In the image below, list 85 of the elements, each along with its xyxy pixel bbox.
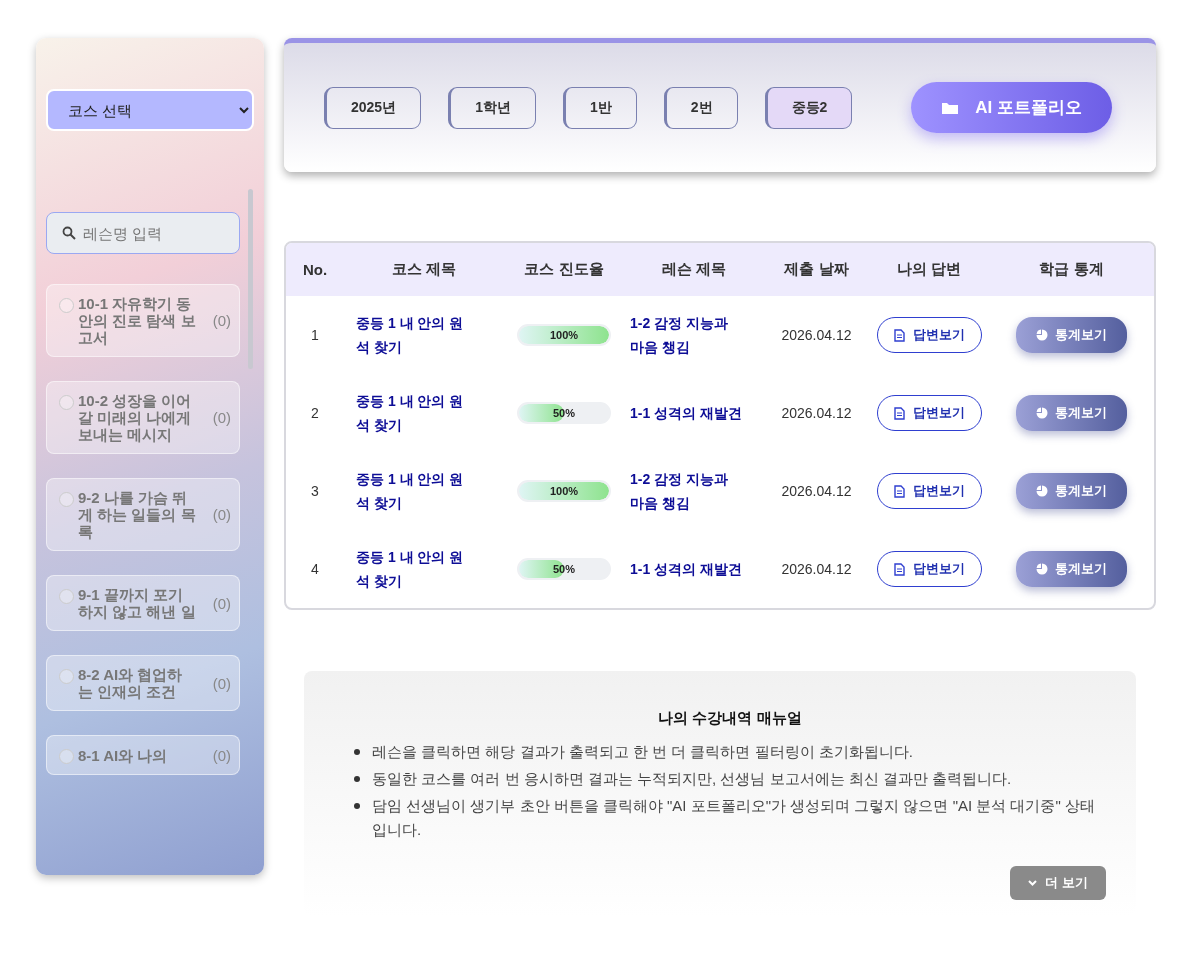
stats-button[interactable]: 통계보기 <box>1016 317 1127 353</box>
document-icon <box>893 562 905 576</box>
submit-date: 2026.04.12 <box>780 327 853 343</box>
lesson-title: 8-1 AI와 나의 <box>78 746 169 764</box>
info-tag: 2번 <box>663 86 738 129</box>
submit-date: 2026.04.12 <box>780 561 853 577</box>
submit-date: 2026.04.12 <box>780 483 853 499</box>
chevron-down-icon <box>1028 880 1038 886</box>
column-header: 레슨 제목 <box>660 260 728 279</box>
pie-chart-icon <box>1036 563 1048 575</box>
course-title: 중등 1 내 안의 원석 찾기 <box>355 470 465 513</box>
info-tag: 1학년 <box>448 86 536 129</box>
column-header: 나의 답변 <box>895 260 963 279</box>
lesson-title[interactable]: 1-2 감정 지능과 마음 챙김 <box>624 311 764 359</box>
radio-button[interactable] <box>59 749 74 764</box>
lesson-title[interactable]: 1-1 성격의 재발견 <box>624 401 764 425</box>
column-header: 제출 날짜 <box>783 260 850 279</box>
stats-button[interactable]: 통계보기 <box>1016 473 1127 509</box>
column-header: 코스 진도율 <box>523 260 605 279</box>
lesson-title: 9-2 나를 가슴 뛰게 하는 일들의 목록 <box>78 489 196 540</box>
manual-text: 레슨을 클릭하면 해당 결과가 출력되고 한 번 더 클릭하면 필터링이 초기화됩니다. <box>372 742 913 762</box>
course-title: 중등 1 내 안의 원석 찾기 <box>355 314 465 357</box>
lesson-item[interactable]: 9-2 나를 가슴 뛰게 하는 일들의 목록 (0) <box>46 478 240 551</box>
lesson-count: (0) <box>212 594 231 612</box>
answer-button[interactable]: 답변보기 <box>876 395 982 431</box>
stats-button[interactable]: 통계보기 <box>1016 395 1127 431</box>
info-tag: 중등2 <box>764 86 853 129</box>
row-number: 2 <box>310 405 320 421</box>
lesson-title[interactable]: 1-2 감정 지능과 마음 챙김 <box>624 467 764 515</box>
answer-button[interactable]: 답변보기 <box>876 551 982 587</box>
lesson-item[interactable]: 8-2 AI와 협업하는 인재의 조건 (0) <box>46 655 240 711</box>
lesson-count: (0) <box>212 674 231 692</box>
course-select[interactable]: 코스 선택 <box>46 89 254 131</box>
document-icon <box>893 406 905 420</box>
answer-button[interactable]: 답변보기 <box>876 317 982 353</box>
column-header: 코스 제목 <box>390 260 458 279</box>
row-number: 1 <box>310 327 320 343</box>
lesson-title: 10-1 자유학기 동안의 진로 탐색 보고서 <box>78 295 196 346</box>
portfolio-button[interactable]: AI 포트폴리오 <box>911 82 1112 133</box>
lesson-item[interactable]: 10-2 성장을 이어갈 미래의 나에게 보내는 메시지 (0) <box>46 381 240 454</box>
stats-button[interactable]: 통계보기 <box>1016 551 1127 587</box>
progress-label: 100% <box>549 485 579 497</box>
lesson-title[interactable]: 1-1 성격의 재발견 <box>624 557 764 581</box>
column-header: No. <box>301 261 329 278</box>
progress-label: 100% <box>549 329 579 341</box>
bullet-icon <box>354 749 360 755</box>
pie-chart-icon <box>1036 407 1048 419</box>
lesson-count: (0) <box>212 312 231 329</box>
pie-chart-icon <box>1036 485 1048 497</box>
radio-button[interactable] <box>59 395 74 410</box>
lesson-title: 8-2 AI와 협업하는 인재의 조건 <box>78 666 184 700</box>
manual-text: 담임 선생님이 생기부 초안 버튼을 클릭해야 "AI 포트폴리오"가 생성되며 그렇지 않으면 "AI 분석 대기중" 상태입니다. <box>372 796 1096 840</box>
lesson-item[interactable]: 8-1 AI와 나의 (0) <box>46 735 240 775</box>
lesson-title: 9-1 끝까지 포기하지 않고 해낸 일 <box>78 586 196 620</box>
lesson-count: (0) <box>212 746 231 764</box>
document-icon <box>893 328 905 342</box>
info-tag: 2025년 <box>324 86 422 129</box>
pie-chart-icon <box>1036 329 1048 341</box>
bullet-icon <box>354 776 360 782</box>
column-header: 학급 통계 <box>1038 260 1105 279</box>
progress-label: 50% <box>553 407 575 419</box>
document-icon <box>893 484 905 498</box>
lesson-item[interactable]: 10-1 자유학기 동안의 진로 탐색 보고서 (0) <box>46 284 240 357</box>
submit-date: 2026.04.12 <box>780 405 853 421</box>
row-number: 4 <box>310 561 320 577</box>
lesson-title: 10-2 성장을 이어갈 미래의 나에게 보내는 메시지 <box>78 392 193 443</box>
radio-button[interactable] <box>59 298 74 313</box>
more-button[interactable]: 더 보기 <box>1010 866 1106 900</box>
course-title: 중등 1 내 안의 원석 찾기 <box>355 548 465 591</box>
radio-button[interactable] <box>59 589 74 604</box>
radio-button[interactable] <box>59 492 74 507</box>
folder-icon <box>941 100 960 115</box>
lesson-count: (0) <box>212 409 231 426</box>
answer-button[interactable]: 답변보기 <box>876 473 982 509</box>
row-number: 3 <box>310 483 320 499</box>
search-field[interactable]: 레슨명 입력 <box>46 212 240 254</box>
radio-button[interactable] <box>59 669 74 684</box>
manual-title: 나의 수강내역 매뉴얼 <box>657 709 803 728</box>
progress-label: 50% <box>553 563 575 575</box>
info-tag: 1반 <box>562 86 637 129</box>
course-title: 중등 1 내 안의 원석 찾기 <box>355 392 465 435</box>
bullet-icon <box>354 803 360 809</box>
lesson-count: (0) <box>212 506 231 523</box>
lesson-item[interactable]: 9-1 끝까지 포기하지 않고 해낸 일 (0) <box>46 575 240 631</box>
manual-text: 동일한 코스를 여러 번 응시하면 결과는 누적되지만, 선생님 보고서에는 최신 결과만 출력됩니다. <box>372 769 1012 789</box>
